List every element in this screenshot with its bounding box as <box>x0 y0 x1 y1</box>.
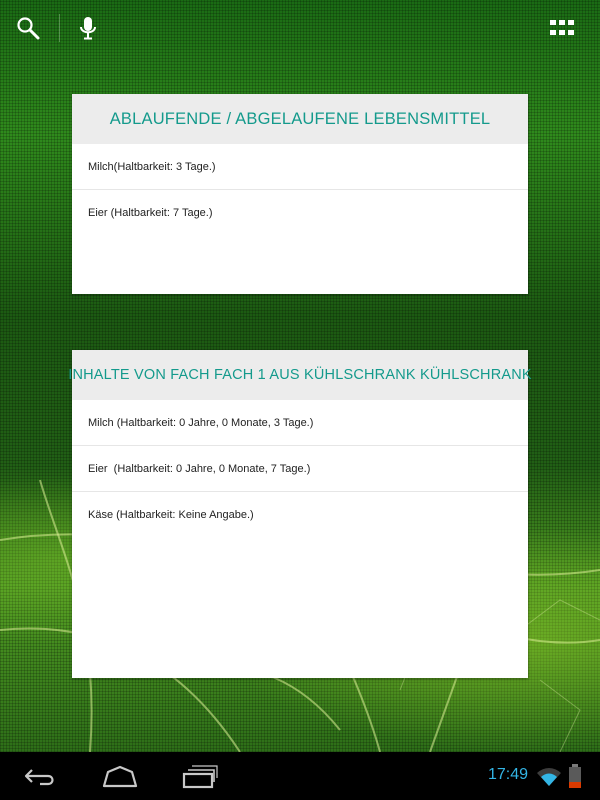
wifi-icon <box>537 768 561 786</box>
home-icon[interactable] <box>100 762 140 790</box>
system-nav-bar: 17:49 <box>0 752 600 800</box>
search-bar <box>0 0 600 56</box>
widget-title: ABLAUFENDE / ABGELAUFENE LEBENSMITTEL <box>72 94 528 144</box>
list-item[interactable]: Eier (Haltbarkeit: 7 Tage.) <box>72 190 528 236</box>
search-divider <box>59 14 60 42</box>
widget-title: INHALTE VON FACH FACH 1 AUS KÜHLSCHRANK … <box>68 350 532 400</box>
list-item[interactable]: Käse (Haltbarkeit: Keine Angabe.) <box>72 492 528 538</box>
list-item[interactable]: Eier (Haltbarkeit: 0 Jahre, 0 Monate, 7 … <box>72 446 528 492</box>
search-icon[interactable] <box>14 14 42 42</box>
back-icon[interactable] <box>20 762 60 790</box>
expiring-food-list: Milch(Haltbarkeit: 3 Tage.) Eier (Haltba… <box>72 144 528 236</box>
apps-grid-icon[interactable] <box>548 16 576 44</box>
battery-icon <box>569 764 581 788</box>
recents-icon[interactable] <box>180 762 220 790</box>
status-clock: 17:49 <box>488 766 529 783</box>
list-item[interactable]: Milch(Haltbarkeit: 3 Tage.) <box>72 144 528 190</box>
list-item[interactable]: Milch (Haltbarkeit: 0 Jahre, 0 Monate, 3… <box>72 400 528 446</box>
expiring-food-widget: ABLAUFENDE / ABGELAUFENE LEBENSMITTEL Mi… <box>72 94 528 294</box>
mic-icon[interactable] <box>74 14 102 42</box>
compartment-contents-list: Milch (Haltbarkeit: 0 Jahre, 0 Monate, 3… <box>72 400 528 538</box>
compartment-contents-widget: INHALTE VON FACH FACH 1 AUS KÜHLSCHRANK … <box>68 350 532 678</box>
